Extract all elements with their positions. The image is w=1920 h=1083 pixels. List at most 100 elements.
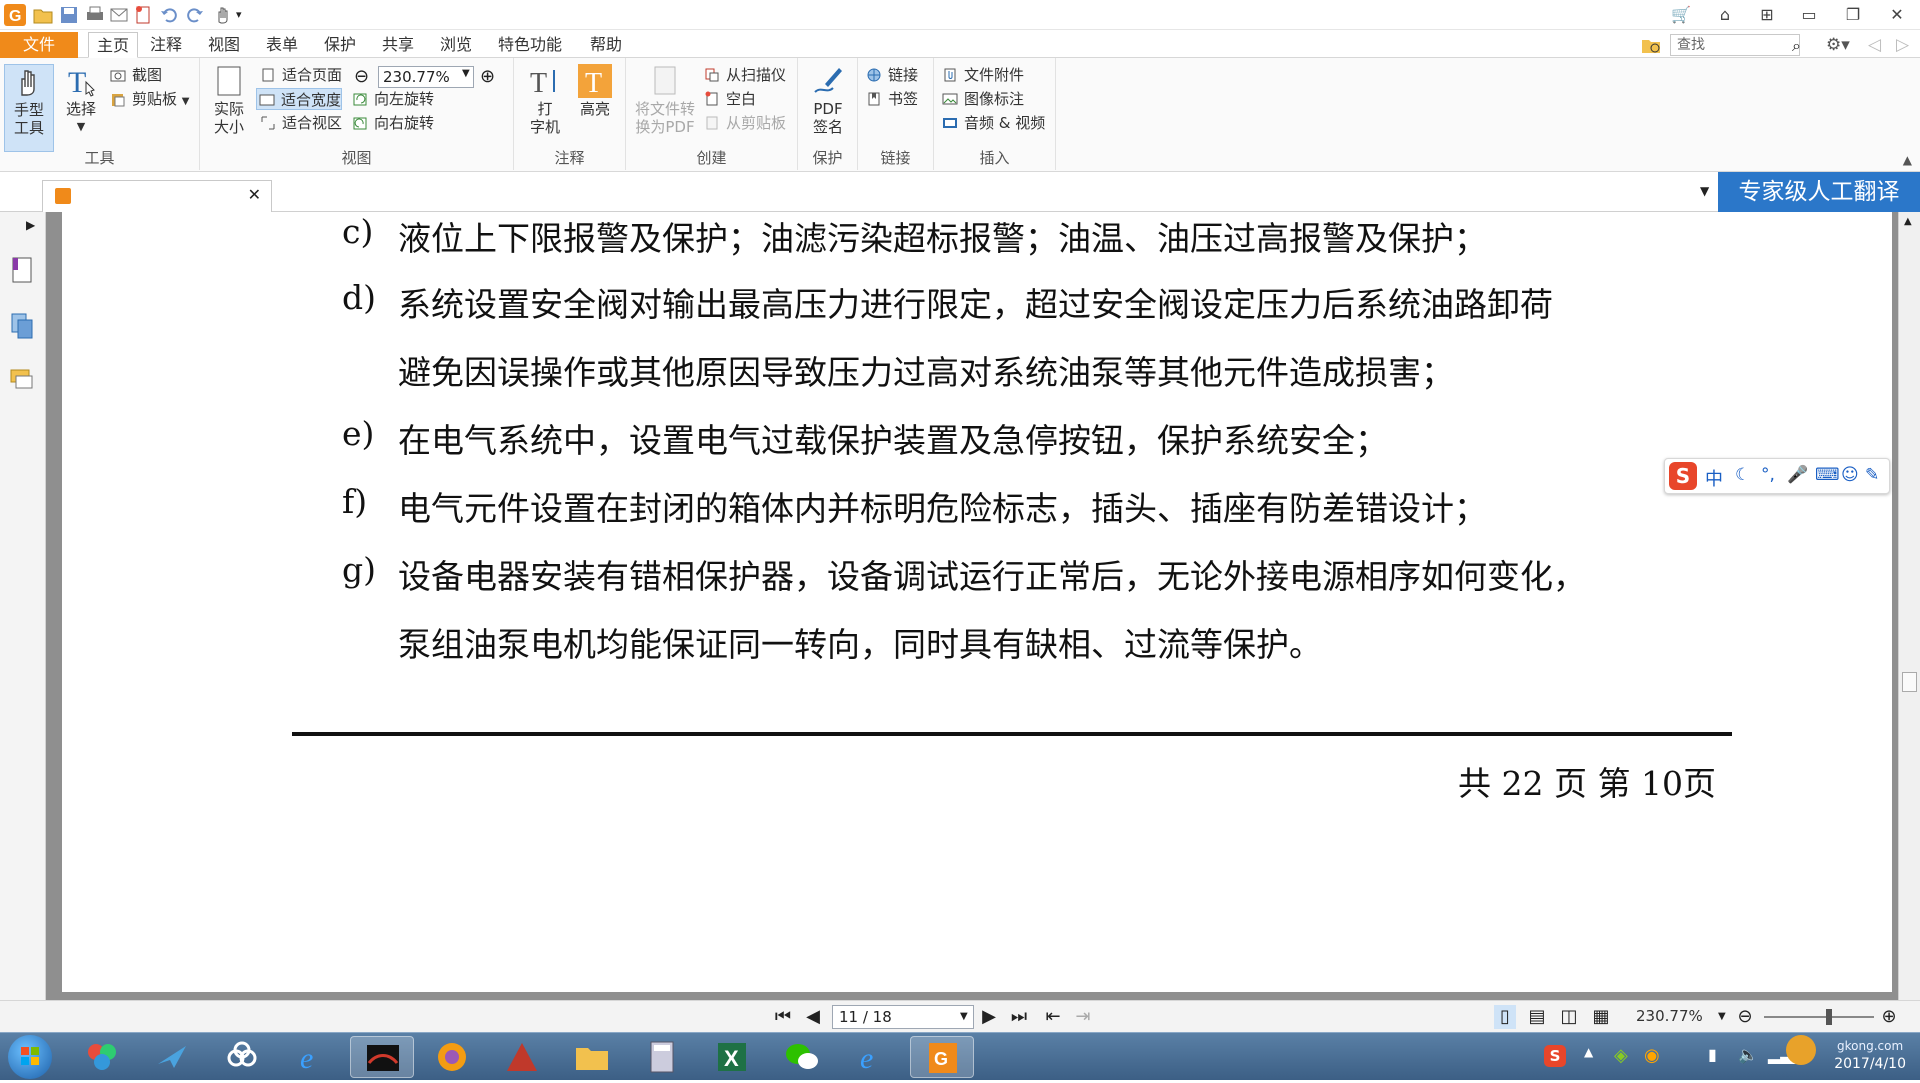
close-tab-icon[interactable]: ✕ bbox=[248, 185, 261, 204]
bookmark-button[interactable]: 书签 bbox=[864, 88, 918, 110]
ime-mode-label[interactable]: 中 bbox=[1705, 465, 1723, 491]
app-logo-icon[interactable]: G bbox=[4, 4, 26, 26]
email-icon[interactable] bbox=[108, 4, 130, 26]
tray-expand-icon[interactable]: ▲ bbox=[1584, 1045, 1593, 1059]
search-input[interactable]: 查找 bbox=[1670, 34, 1800, 56]
tab-protect[interactable]: 保护 bbox=[316, 32, 364, 58]
rotate-right-button[interactable]: 向右旋转 bbox=[350, 112, 434, 134]
punctuation-icon[interactable]: °, bbox=[1761, 465, 1775, 485]
scroll-thumb[interactable] bbox=[1902, 672, 1917, 692]
first-page-icon[interactable]: ⏮ bbox=[772, 1005, 794, 1029]
zoom-slider-plus-icon[interactable]: ⊕ bbox=[1878, 1005, 1900, 1029]
bookmarks-panel-icon[interactable] bbox=[10, 256, 34, 284]
hand-tool-quick-icon[interactable] bbox=[212, 4, 234, 26]
layout-icon[interactable]: ⊞ bbox=[1754, 3, 1780, 27]
print-icon[interactable] bbox=[84, 4, 106, 26]
taskbar-calculator-app[interactable] bbox=[630, 1036, 694, 1078]
zoom-slider-thumb[interactable] bbox=[1826, 1009, 1832, 1025]
last-page-icon[interactable]: ⏭ bbox=[1008, 1005, 1030, 1029]
comments-panel-icon[interactable] bbox=[10, 366, 34, 394]
restore-icon[interactable]: ❐ bbox=[1840, 3, 1866, 27]
user-icon[interactable]: ☺ bbox=[1841, 465, 1859, 485]
tray-update-icon[interactable]: ◉ bbox=[1644, 1045, 1660, 1066]
expert-translation-banner[interactable]: 专家级人工翻译 bbox=[1718, 172, 1920, 212]
find-folder-icon[interactable] bbox=[1640, 34, 1662, 56]
taskbar-ie-app[interactable]: e bbox=[280, 1036, 344, 1078]
audio-video-button[interactable]: 音频 & 视频 bbox=[940, 112, 1045, 134]
document-tab[interactable]: ✕ bbox=[42, 180, 272, 212]
keyboard-icon[interactable]: ⌨ bbox=[1815, 465, 1840, 485]
from-clipboard-button[interactable]: 从剪贴板 bbox=[702, 112, 786, 134]
ime-toolbar[interactable]: S 中 ☾ °, 🎤 ⌨ ☺ ✎ bbox=[1664, 458, 1890, 494]
next-view-icon[interactable]: ⇥ bbox=[1072, 1005, 1094, 1029]
page-number-field[interactable]: 11 / 18 bbox=[832, 1005, 974, 1029]
wrench-icon[interactable]: ✎ bbox=[1865, 465, 1879, 485]
new-doc-icon[interactable] bbox=[132, 4, 154, 26]
zoom-in-icon[interactable]: ⊕ bbox=[480, 66, 495, 87]
expand-panel-icon[interactable]: ▶ bbox=[26, 218, 35, 232]
tab-comment[interactable]: 注释 bbox=[142, 32, 190, 58]
share-icon[interactable]: ⌂ bbox=[1712, 3, 1738, 27]
taskbar-media-app[interactable] bbox=[350, 1036, 414, 1078]
tab-home[interactable]: 主页 bbox=[88, 32, 139, 58]
zoom-slider-track[interactable] bbox=[1764, 1016, 1874, 1018]
taskbar-foxit-app[interactable]: G bbox=[910, 1036, 974, 1078]
tab-share[interactable]: 共享 bbox=[374, 32, 422, 58]
prev-view-icon[interactable]: ⇤ bbox=[1042, 1005, 1064, 1029]
taskbar-baidu-cloud-app[interactable] bbox=[210, 1036, 274, 1078]
tab-features[interactable]: 特色功能 bbox=[490, 32, 570, 58]
link-button[interactable]: 链接 bbox=[864, 64, 918, 86]
highlight-button[interactable]: T 高亮 bbox=[572, 64, 618, 118]
close-window-icon[interactable]: ✕ bbox=[1884, 3, 1910, 27]
undo-icon[interactable] bbox=[158, 4, 180, 26]
clipboard-button[interactable]: 剪贴板 ▼ bbox=[108, 88, 190, 110]
search-icon[interactable]: ⌕ bbox=[1792, 36, 1801, 56]
save-icon[interactable] bbox=[58, 4, 80, 26]
settings-gear-icon[interactable]: ⚙▾ bbox=[1826, 35, 1850, 55]
fit-page-button[interactable]: 适合页面 bbox=[258, 64, 342, 86]
redo-icon[interactable] bbox=[184, 4, 206, 26]
continuous-view-icon[interactable]: ▤ bbox=[1526, 1005, 1548, 1029]
tray-network-icon[interactable]: ▮ bbox=[1708, 1045, 1717, 1064]
tray-sogou-icon[interactable]: S bbox=[1544, 1045, 1566, 1067]
taskbar-photo-app[interactable] bbox=[420, 1036, 484, 1078]
open-folder-icon[interactable] bbox=[32, 4, 54, 26]
zoom-slider-minus-icon[interactable]: ⊖ bbox=[1734, 1005, 1756, 1029]
convert-to-pdf-button[interactable]: 将文件转 换为PDF bbox=[628, 64, 702, 136]
tab-help[interactable]: 帮助 bbox=[582, 32, 630, 58]
microphone-icon[interactable]: 🎤 bbox=[1787, 465, 1808, 485]
file-menu-button[interactable]: 文件 bbox=[0, 32, 78, 58]
next-page-icon[interactable]: ▶ bbox=[978, 1005, 1000, 1029]
taskbar-excel-app[interactable]: X bbox=[700, 1036, 764, 1078]
tray-security-icon[interactable]: ◈ bbox=[1614, 1045, 1628, 1066]
blank-button[interactable]: 空白 bbox=[702, 88, 756, 110]
from-scanner-button[interactable]: 从扫描仪 bbox=[702, 64, 786, 86]
zoom-readout[interactable]: 230.77% bbox=[1636, 1007, 1703, 1025]
back-nav-icon[interactable]: ◁ bbox=[1868, 35, 1881, 55]
prev-page-icon[interactable]: ◀ bbox=[802, 1005, 824, 1029]
fit-width-button[interactable]: 适合宽度 bbox=[256, 88, 343, 110]
page-field-chevron-icon[interactable]: ▼ bbox=[960, 1011, 968, 1022]
vertical-scrollbar[interactable]: ▲ ▼ bbox=[1898, 212, 1920, 1032]
image-annotation-button[interactable]: 图像标注 bbox=[940, 88, 1024, 110]
minimize-icon[interactable]: ▭ bbox=[1796, 3, 1822, 27]
fit-view-button[interactable]: 适合视区 bbox=[258, 112, 342, 134]
taskbar-ie2-app[interactable]: e bbox=[840, 1036, 904, 1078]
typewriter-button[interactable]: T 打 字机 bbox=[522, 64, 568, 136]
actual-size-button[interactable]: 实际 大小 bbox=[206, 64, 252, 136]
select-tool-button[interactable]: T 选择 ▼ bbox=[58, 64, 104, 136]
taskbar-color-app[interactable] bbox=[70, 1036, 134, 1078]
taskbar-wechat-app[interactable] bbox=[770, 1036, 834, 1078]
start-button[interactable] bbox=[8, 1035, 52, 1079]
continuous-facing-view-icon[interactable]: ▦ bbox=[1590, 1005, 1612, 1029]
rotate-left-button[interactable]: 向左旋转 bbox=[350, 88, 434, 110]
pdf-sign-button[interactable]: PDF 签名 bbox=[804, 64, 852, 136]
pages-panel-icon[interactable] bbox=[10, 312, 34, 340]
taskbar-clock[interactable]: gkong.com 2017/4/10 bbox=[1834, 1037, 1906, 1073]
facing-view-icon[interactable]: ◫ bbox=[1558, 1005, 1580, 1029]
zoom-out-icon[interactable]: ⊖ bbox=[354, 66, 369, 87]
taskbar-bird-app[interactable] bbox=[140, 1036, 204, 1078]
screenshot-button[interactable]: 截图 bbox=[108, 64, 162, 86]
cart-icon[interactable]: 🛒 bbox=[1668, 3, 1694, 27]
tab-form[interactable]: 表单 bbox=[258, 32, 306, 58]
